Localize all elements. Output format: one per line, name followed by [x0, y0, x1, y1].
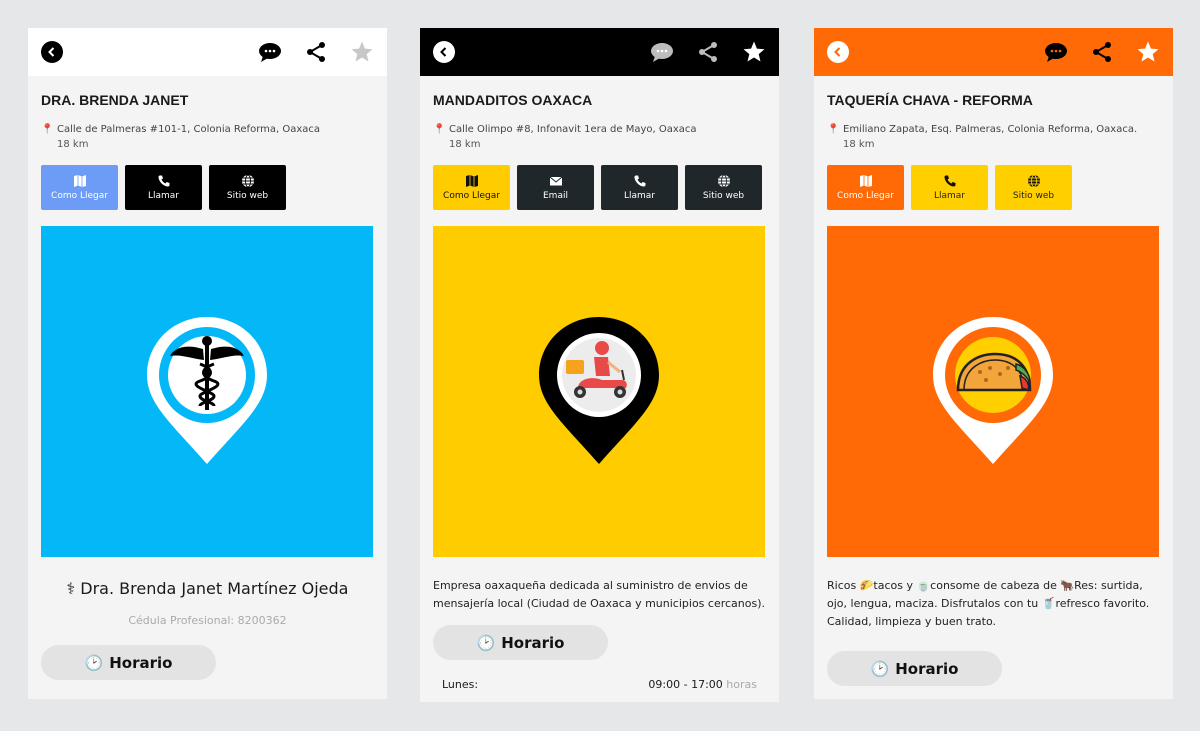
schedule-button[interactable]: 🕑 Horario	[827, 651, 1002, 686]
globe-icon	[241, 174, 254, 188]
phone-icon	[633, 175, 645, 187]
call-button[interactable]: Llamar	[601, 165, 678, 210]
map-icon	[859, 175, 872, 187]
distance: 18 km	[57, 139, 89, 150]
address: 📍 Emiliano Zapata, Esq. Palmeras, Coloni…	[827, 122, 1160, 152]
location-pin-icon: 📍	[827, 124, 840, 135]
distance: 18 km	[843, 139, 875, 150]
back-icon[interactable]	[433, 41, 455, 63]
location-pin-icon: 📍	[41, 124, 54, 135]
website-button[interactable]: Sitio web	[995, 165, 1072, 210]
star-icon[interactable]	[349, 40, 375, 64]
distance: 18 km	[449, 139, 481, 150]
hours-unit: horas	[726, 678, 757, 691]
caduceus-icon	[147, 317, 267, 464]
email-button[interactable]: Email	[517, 165, 594, 210]
share-icon[interactable]	[303, 40, 329, 64]
mail-icon	[549, 176, 562, 186]
taco-icon	[933, 317, 1053, 464]
hero-image	[41, 226, 373, 557]
back-icon[interactable]	[41, 41, 63, 63]
hours-time-wrapper: 09:00 - 17:00 horas	[648, 678, 757, 691]
location-pin-icon: 📍	[433, 124, 446, 135]
page-title: MANDADITOS OAXACA	[433, 92, 593, 108]
hours-row: Lunes: 09:00 - 17:00 horas	[433, 678, 766, 691]
top-bar	[28, 28, 387, 76]
directions-button[interactable]: Como Llegar	[41, 165, 118, 210]
description: Empresa oaxaqueña dedicada al suministro…	[433, 579, 766, 610]
page-title: DRA. BRENDA JANET	[41, 92, 189, 108]
directions-button[interactable]: Como Llegar	[827, 165, 904, 210]
screen-doctor: DRA. BRENDA JANET 📍 Calle de Palmeras #1…	[28, 28, 387, 699]
star-icon[interactable]	[741, 40, 767, 64]
schedule-button[interactable]: 🕑 Horario	[41, 645, 216, 680]
description: Ricos 🌮tacos y 🍵consome de cabeza de 🐂Re…	[827, 579, 1150, 628]
call-button[interactable]: Llamar	[125, 165, 202, 210]
address-line: Emiliano Zapata, Esq. Palmeras, Colonia …	[843, 124, 1138, 135]
hours-day: Lunes:	[442, 678, 479, 691]
license-number: Cédula Profesional: 8200362	[128, 614, 287, 627]
phone-icon	[943, 175, 955, 187]
action-buttons: Como Llegar Llamar Sitio web	[827, 165, 1160, 210]
directions-button[interactable]: Como Llegar	[433, 165, 510, 210]
back-icon[interactable]	[827, 41, 849, 63]
top-bar	[420, 28, 779, 76]
map-icon	[73, 175, 86, 187]
globe-icon	[1027, 174, 1040, 188]
share-icon[interactable]	[1089, 40, 1115, 64]
screen-taqueria: TAQUERÍA CHAVA - REFORMA 📍 Emiliano Zapa…	[814, 28, 1173, 699]
map-icon	[465, 175, 478, 187]
phone-icon	[157, 175, 169, 187]
clock-icon: 🕑	[84, 653, 104, 672]
schedule-button[interactable]: 🕑 Horario	[433, 625, 608, 660]
top-bar	[814, 28, 1173, 76]
website-button[interactable]: Sitio web	[685, 165, 762, 210]
page-title: TAQUERÍA CHAVA - REFORMA	[827, 92, 1033, 108]
website-button[interactable]: Sitio web	[209, 165, 286, 210]
delivery-scooter-icon	[539, 317, 659, 464]
address: 📍 Calle Olimpo #8, Infonavit 1era de May…	[433, 122, 766, 152]
chat-icon[interactable]	[257, 40, 283, 64]
action-buttons: Como Llegar Llamar Sitio web	[41, 165, 374, 210]
call-button[interactable]: Llamar	[911, 165, 988, 210]
share-icon[interactable]	[695, 40, 721, 64]
clock-icon: 🕑	[476, 633, 496, 652]
hours-time: 09:00 - 17:00	[648, 678, 723, 691]
address-line: Calle Olimpo #8, Infonavit 1era de Mayo,…	[449, 124, 697, 135]
address: 📍 Calle de Palmeras #101-1, Colonia Refo…	[41, 122, 374, 152]
globe-icon	[717, 174, 730, 188]
hero-image	[433, 226, 765, 557]
screen-delivery: MANDADITOS OAXACA 📍 Calle Olimpo #8, Inf…	[420, 28, 779, 702]
star-icon[interactable]	[1135, 40, 1161, 64]
chat-icon[interactable]	[649, 40, 675, 64]
doctor-name: ⚕ Dra. Brenda Janet Martínez Ojeda	[66, 579, 349, 598]
clock-icon: 🕑	[870, 659, 890, 678]
action-buttons: Como Llegar Email Llamar Sitio web	[433, 165, 766, 210]
hero-image	[827, 226, 1159, 557]
address-line: Calle de Palmeras #101-1, Colonia Reform…	[57, 124, 321, 135]
chat-icon[interactable]	[1043, 40, 1069, 64]
